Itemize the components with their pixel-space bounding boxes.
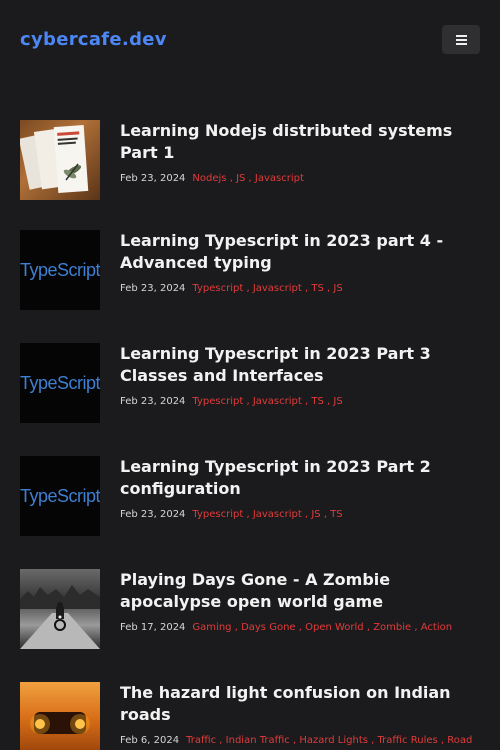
post-meta: Feb 23, 2024 Nodejs , JS , Javascript: [120, 173, 304, 184]
menu-button[interactable]: [442, 25, 480, 54]
post-date: Feb 23, 2024: [120, 509, 186, 520]
post-title[interactable]: The hazard light confusion on Indian roa…: [120, 682, 485, 726]
post-tag[interactable]: Action: [421, 622, 452, 633]
post-tag[interactable]: JS: [236, 173, 245, 184]
post-title[interactable]: Learning Typescript in 2023 Part 3 Class…: [120, 343, 485, 387]
post-thumbnail[interactable]: [20, 120, 100, 200]
post-tag[interactable]: TS: [311, 283, 323, 294]
post-tag[interactable]: TS: [311, 396, 323, 407]
post-tag[interactable]: Javascript: [255, 173, 304, 184]
post-title[interactable]: Learning Typescript in 2023 Part 2 confi…: [120, 456, 485, 500]
post-thumbnail[interactable]: [20, 569, 100, 649]
book-cover-icon: [20, 125, 89, 193]
post-date: Feb 23, 2024: [120, 283, 186, 294]
post-thumbnail[interactable]: TypeScript: [20, 230, 100, 310]
post-tag[interactable]: Nodejs: [192, 173, 226, 184]
post-tag[interactable]: Javascript: [253, 283, 302, 294]
post-meta: Feb 23, 2024 Typescript , Javascript , JS…: [120, 509, 343, 520]
post-date: Feb 17, 2024: [120, 622, 186, 633]
post-date: Feb 6, 2024: [120, 735, 180, 746]
typescript-logo-icon: TypeScript: [20, 259, 100, 280]
post-date: Feb 23, 2024: [120, 396, 186, 407]
post-tag[interactable]: Typescript: [192, 509, 243, 520]
post-title[interactable]: Learning Nodejs distributed systems Part…: [120, 120, 485, 164]
post-thumbnail[interactable]: TypeScript: [20, 343, 100, 423]
motorcycle-icon: [20, 585, 100, 649]
post-tag[interactable]: Road: [447, 735, 472, 746]
post-tag[interactable]: Typescript: [192, 396, 243, 407]
post-thumbnail[interactable]: [20, 682, 100, 750]
post-tag[interactable]: TS: [330, 509, 342, 520]
post-tag[interactable]: Zombie: [373, 622, 411, 633]
post-meta: Feb 23, 2024 Typescript , Javascript , TS…: [120, 283, 343, 294]
car-hazard-lights-icon: [30, 712, 90, 734]
typescript-logo-icon: TypeScript: [20, 372, 100, 393]
post-meta: Feb 6, 2024 Traffic , Indian Traffic , Ha…: [120, 735, 473, 746]
post-tag[interactable]: Typescript: [192, 283, 243, 294]
post-tag[interactable]: JS: [311, 509, 320, 520]
post-tag[interactable]: Indian Traffic: [226, 735, 290, 746]
post-thumbnail[interactable]: TypeScript: [20, 456, 100, 536]
site-header: cybercafe.dev: [0, 0, 500, 82]
post-tag[interactable]: Traffic Rules: [378, 735, 438, 746]
post-date: Feb 23, 2024: [120, 173, 186, 184]
post-tag[interactable]: Javascript: [253, 396, 302, 407]
post-tag[interactable]: Open World: [305, 622, 364, 633]
site-logo[interactable]: cybercafe.dev: [20, 29, 167, 50]
post-tag[interactable]: Gaming: [192, 622, 231, 633]
post-tag[interactable]: JS: [333, 396, 342, 407]
post-tag[interactable]: Hazard Lights: [299, 735, 368, 746]
typescript-logo-icon: TypeScript: [20, 485, 100, 506]
post-tag[interactable]: JS: [333, 283, 342, 294]
post-title[interactable]: Learning Typescript in 2023 part 4 - Adv…: [120, 230, 485, 274]
post-meta: Feb 23, 2024 Typescript , Javascript , TS…: [120, 396, 343, 407]
post-tag[interactable]: Traffic: [186, 735, 216, 746]
post-title[interactable]: Playing Days Gone - A Zombie apocalypse …: [120, 569, 485, 613]
hamburger-icon: [455, 34, 467, 37]
post-tag[interactable]: Javascript: [253, 509, 302, 520]
post-meta: Feb 17, 2024 Gaming , Days Gone , Open Wo…: [120, 622, 453, 633]
post-tag[interactable]: Days Gone: [241, 622, 296, 633]
